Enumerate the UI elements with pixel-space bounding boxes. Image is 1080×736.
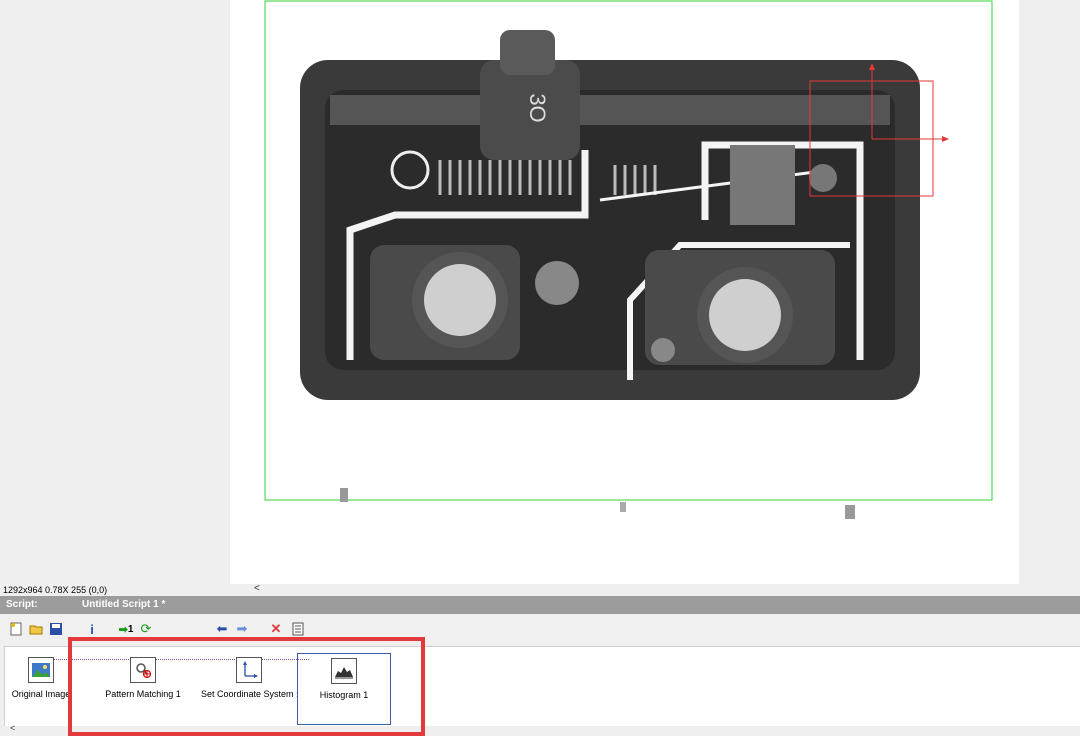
svg-text:3O: 3O [525,93,550,122]
image-viewer[interactable]: 3O [0,0,1080,584]
inspection-image: 3O [264,0,993,519]
status-bar: 1292x964 0.78X 255 (0,0) < [0,583,1080,596]
run-once-icon[interactable]: ➡ 1 [116,621,136,637]
forward-arrow-icon[interactable]: ➡ [234,621,250,637]
scroll-left-arrow[interactable]: < [10,723,15,733]
save-icon[interactable] [48,621,64,637]
info-icon[interactable]: i [84,621,100,637]
open-icon[interactable] [28,621,44,637]
back-arrow-icon[interactable]: ⬅ [214,621,230,637]
script-name: Untitled Script 1 * [82,599,166,610]
scroll-left-arrow[interactable]: < [254,583,260,595]
image-icon [28,657,54,683]
image-info: 1292x964 0.78X 255 (0,0) [3,585,108,595]
step-original-image[interactable]: Original Image [9,653,73,723]
script-header: Script: Untitled Script 1 * [0,596,1080,614]
step-label: Original Image [11,689,71,699]
annotation-highlight-box [68,637,425,736]
run-continuous-icon[interactable]: ⟳ [138,621,154,637]
script-label: Script: [6,599,38,610]
delete-icon[interactable]: ✕ [268,621,284,637]
image-canvas[interactable]: 3O [230,0,1019,584]
new-script-icon[interactable] [8,621,24,637]
properties-icon[interactable] [290,621,306,637]
